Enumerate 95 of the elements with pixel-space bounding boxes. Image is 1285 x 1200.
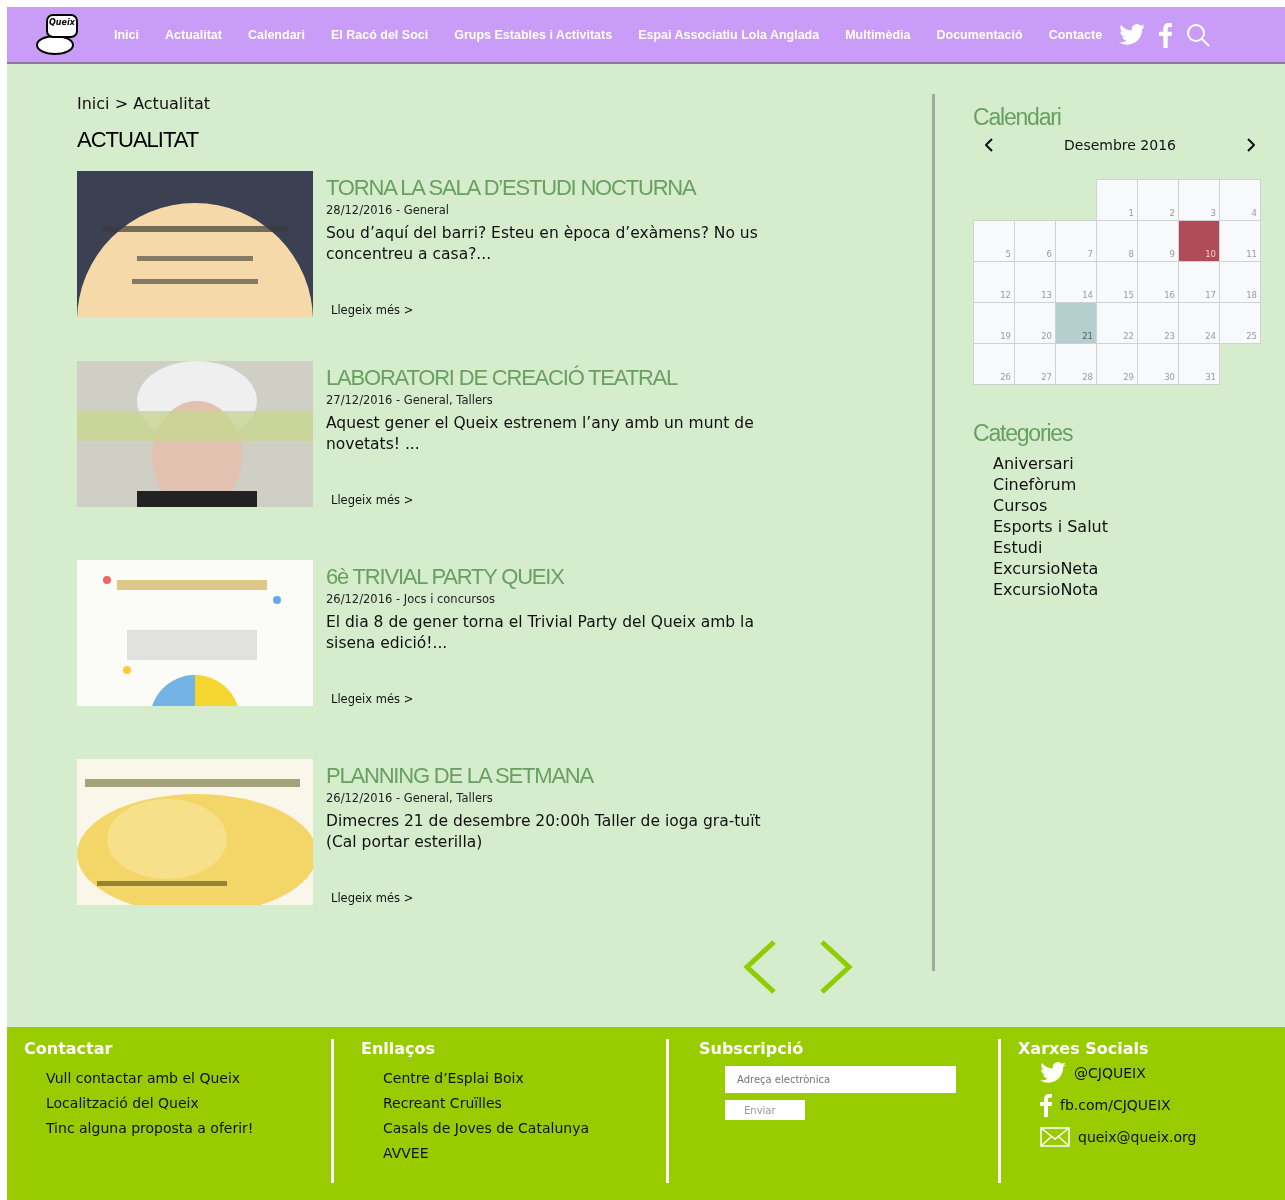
footer-link[interactable]: Recreant Cruïlles [383,1095,666,1111]
calendar-day[interactable]: 2 [1137,179,1179,221]
article-excerpt: Dimecres 21 de desembre 20:00h Taller de ioga gra-tuït (Cal portar esterilla) [326,811,762,853]
calendar-day[interactable]: 17 [1178,261,1220,303]
calendar-title: Calendari [973,104,1062,131]
footer-link[interactable]: Casals de Joves de Catalunya [383,1120,666,1136]
send-button[interactable]: Enviar [725,1100,805,1120]
next-page-icon[interactable] [818,939,854,995]
article-meta: 26/12/2016 - Jocs i concursos [326,592,496,606]
calendar-day[interactable]: 15 [1096,261,1138,303]
nav-link[interactable]: Calendari [234,27,318,42]
nav-link[interactable]: Actualitat [152,27,235,42]
footer-link[interactable]: Tinc alguna proposta a oferir! [46,1120,331,1136]
category-link[interactable]: ExcursioNeta [993,558,1265,579]
next-month-button[interactable] [1247,138,1255,152]
calendar-day[interactable]: 8 [1096,220,1138,262]
calendar-day[interactable]: 1 [1096,179,1138,221]
article-meta: 27/12/2016 - General, Tallers [326,393,494,407]
calendar-day[interactable]: 16 [1137,261,1179,303]
previous-page-icon[interactable] [742,939,778,995]
mail-icon[interactable] [1040,1127,1070,1148]
article-meta: 28/12/2016 - General [326,203,451,217]
calendar-day[interactable]: 29 [1096,343,1138,385]
nav-link[interactable]: Documentació [923,27,1036,42]
article-title[interactable]: PLANNING DE LA SETMANA [326,763,816,789]
calendar-day[interactable]: 19 [973,302,1015,344]
calendar-day[interactable]: 11 [1219,220,1261,262]
category-link[interactable]: Aniversari [993,453,1265,474]
footer-link[interactable]: Centre d’Esplai Boix [383,1070,666,1086]
calendar-day[interactable]: 4 [1219,179,1261,221]
facebook-icon[interactable] [1040,1093,1052,1118]
calendar-day[interactable]: 18 [1219,261,1261,303]
calendar-day[interactable]: 30 [1137,343,1179,385]
read-more-link[interactable]: Llegeix més > [331,891,414,905]
article-excerpt: El dia 8 de gener torna el Trivial Party del Queix amb la sisena edició!... [326,612,755,654]
email-field[interactable]: Adreça electrònica [725,1066,956,1093]
calendar-day[interactable]: 13 [1014,261,1056,303]
nav-link[interactable]: Contacte [1035,27,1116,42]
category-link[interactable]: Cursos [993,495,1265,516]
footer-link[interactable]: Localització del Queix [46,1095,331,1111]
nav-link[interactable]: Inici [101,27,152,42]
calendar-day[interactable]: 20 [1014,302,1056,344]
social-link[interactable]: fb.com/CJQUEIX [1060,1097,1171,1114]
calendar-day[interactable]: 28 [1055,343,1097,385]
footer-heading: Enllaços [361,1039,437,1058]
calendar-day[interactable]: 5 [973,220,1015,262]
read-more-link[interactable]: Llegeix més > [331,303,414,317]
calendar-day[interactable]: 3 [1178,179,1220,221]
twitter-icon[interactable] [1119,23,1146,46]
category-link[interactable]: ExcursioNota [993,579,1265,600]
article-meta: 26/12/2016 - General, Tallers [326,791,494,805]
search-icon[interactable] [1186,22,1211,47]
category-link[interactable]: Estudi [993,537,1265,558]
social-link[interactable]: @CJQUEIX [1074,1064,1146,1081]
article-excerpt: Aquest gener el Queix estrenem l’any amb un munt de novetats! ... [326,413,755,455]
footer-link[interactable]: Vull contactar amb el Queix [46,1070,331,1086]
calendar-day[interactable]: 9 [1137,220,1179,262]
facebook-icon[interactable] [1159,21,1173,48]
calendar-day[interactable]: 10 [1178,220,1220,262]
page-title: ACTUALITAT [77,127,200,153]
previous-month-button[interactable] [985,138,993,152]
calendar-month: Desembre 2016 [1064,137,1176,153]
article-excerpt: Sou d’aquí del barri? Esteu en època d’exàmens? No us concentreu a casa?... [326,223,759,265]
calendar-day[interactable]: 25 [1219,302,1261,344]
footer-heading: Xarxes Socials [1018,1039,1150,1058]
breadcrumb: Inici > Actualitat [77,94,212,113]
calendar-day[interactable]: 12 [973,261,1015,303]
calendar-day[interactable]: 14 [1055,261,1097,303]
article-title[interactable]: 6è TRIVIAL PARTY QUEIX [326,564,816,590]
twitter-icon[interactable] [1040,1062,1066,1084]
calendar-day[interactable]: 22 [1096,302,1138,344]
calendar-day[interactable]: 26 [973,343,1015,385]
nav-link[interactable]: Espai Associatiu Lola Anglada [625,27,833,42]
read-more-link[interactable]: Llegeix més > [331,493,414,507]
article-title[interactable]: LABORATORI DE CREACIÓ TEATRAL [326,365,816,391]
footer-heading: Contactar [24,1039,114,1058]
read-more-link[interactable]: Llegeix més > [331,692,414,706]
categories-title: Categories [973,420,1074,447]
footer-link[interactable]: AVVEE [383,1145,666,1161]
calendar-day[interactable]: 6 [1014,220,1056,262]
calendar-day[interactable]: 23 [1137,302,1179,344]
nav-link[interactable]: Multimèdia [832,27,924,42]
calendar-day[interactable]: 21 [1055,302,1097,344]
calendar-day[interactable]: 31 [1178,343,1220,385]
category-link[interactable]: Esports i Salut [993,516,1265,537]
calendar-day[interactable]: 24 [1178,302,1220,344]
logo[interactable]: Queix [33,12,85,57]
social-link[interactable]: queix@queix.org [1078,1129,1197,1146]
nav-link[interactable]: Grups Estables i Activitats [441,27,626,42]
article-title[interactable]: TORNA LA SALA D’ESTUDI NOCTURNA [326,175,816,201]
calendar-day[interactable]: 7 [1055,220,1097,262]
calendar-day[interactable]: 27 [1014,343,1056,385]
footer-heading: Subscripció [699,1039,805,1058]
nav-link[interactable]: El Racó del Soci [317,27,442,42]
category-link[interactable]: Cinefòrum [993,474,1265,495]
